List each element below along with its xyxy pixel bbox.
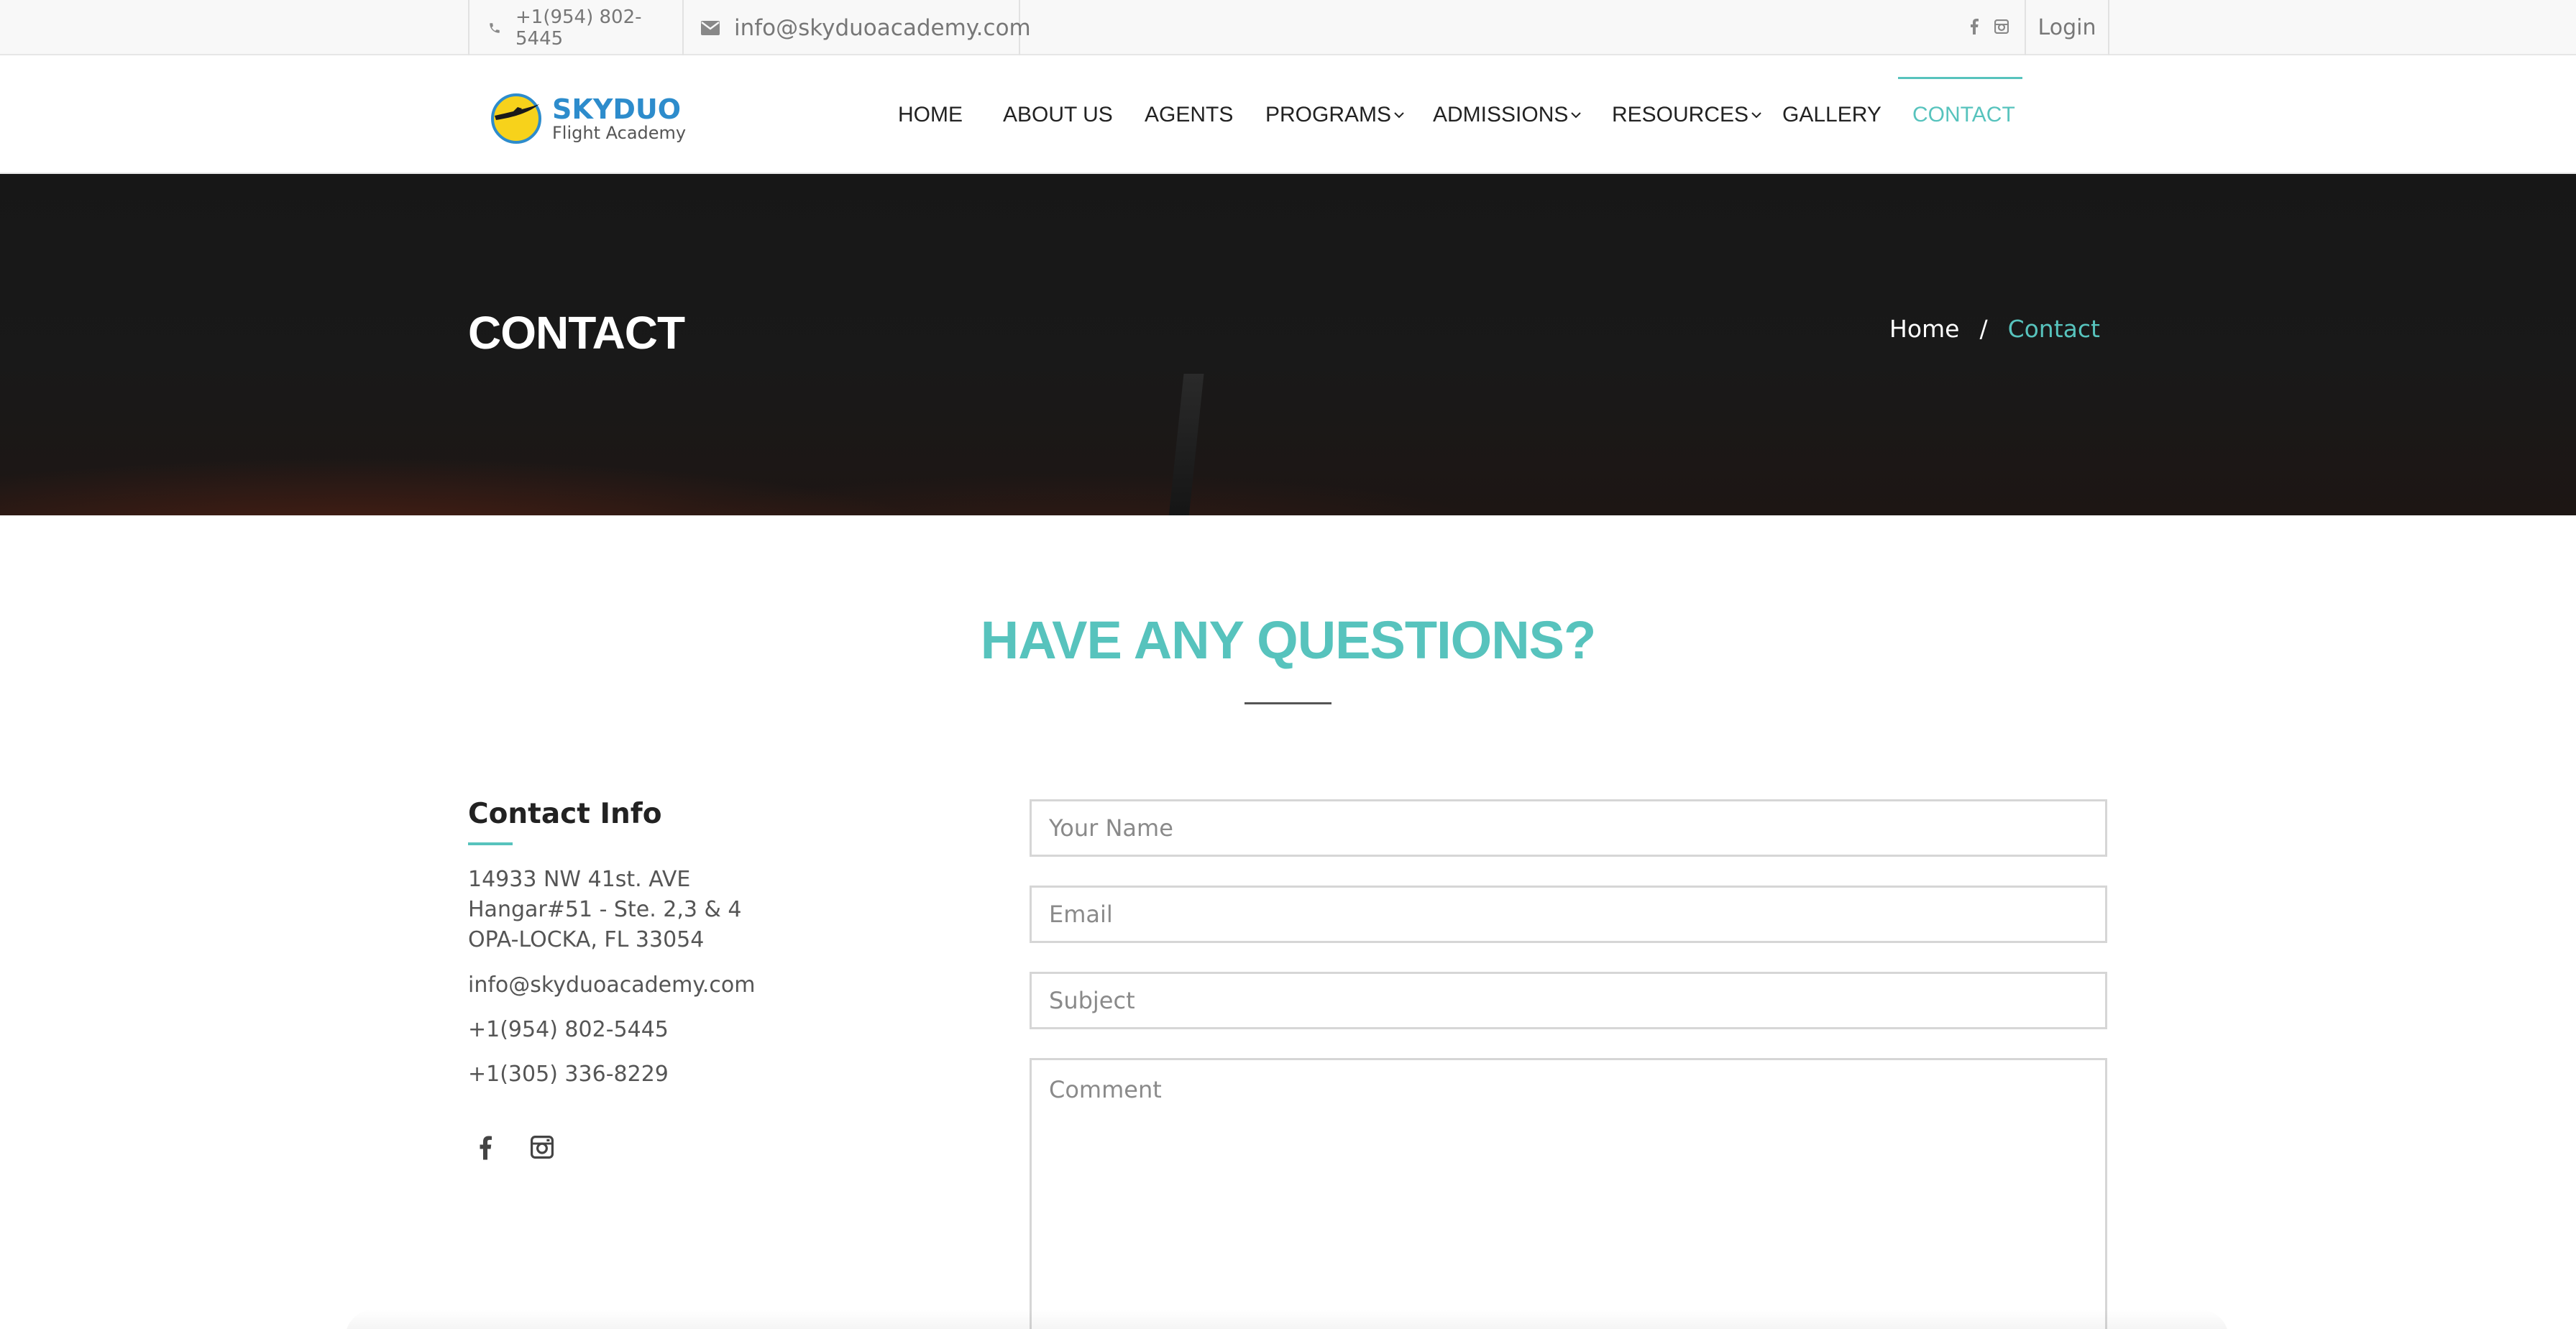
contact-social <box>479 1136 554 1163</box>
top-bar: +1(954) 802-5445 info@skyduoacademy.com … <box>0 0 2576 55</box>
nav-label: AGENTS <box>1145 102 1234 127</box>
nav-programs[interactable]: PROGRAMS <box>1265 55 1404 174</box>
logo-subtitle: Flight Academy <box>552 123 687 143</box>
contact-email-link[interactable]: info@skyduoacademy.com <box>468 970 755 1001</box>
nav-label: PROGRAMS <box>1265 102 1392 127</box>
address-line: Hangar#51 - Ste. 2,3 & 4 <box>468 897 742 922</box>
chevron-down-icon <box>1394 111 1404 119</box>
instagram-icon[interactable] <box>1994 19 2009 37</box>
phone-icon <box>488 22 501 35</box>
site-logo[interactable]: SKYDUO Flight Academy <box>489 91 686 146</box>
breadcrumb-current: Contact <box>2007 315 2100 343</box>
name-input[interactable]: Your Name <box>1030 799 2107 857</box>
nav-label: ABOUT US <box>1003 102 1113 127</box>
nav-label: RESOURCES <box>1612 102 1749 127</box>
instagram-icon[interactable] <box>531 1136 554 1163</box>
login-link[interactable]: Login <box>2026 0 2109 55</box>
topbar-social <box>1954 0 2026 55</box>
chevron-down-icon <box>1571 111 1582 119</box>
nav-about-us[interactable]: ABOUT US <box>1003 55 1113 174</box>
chevron-down-icon <box>1751 111 1761 119</box>
nav-home[interactable]: HOME <box>898 55 963 174</box>
contact-info-underline <box>468 842 513 845</box>
topbar-email[interactable]: info@skyduoacademy.com <box>684 0 1031 55</box>
envelope-icon <box>701 20 720 35</box>
breadcrumb-home[interactable]: Home <box>1889 315 1959 343</box>
subject-input[interactable]: Subject <box>1030 972 2107 1029</box>
address-line: 14933 NW 41st. AVE <box>468 867 691 892</box>
contact-phone-1[interactable]: +1(954) 802-5445 <box>468 1015 669 1045</box>
nav-label: GALLERY <box>1782 102 1881 127</box>
logo-emblem-icon <box>491 93 541 144</box>
address-line: OPA-LOCKA, FL 33054 <box>468 927 705 952</box>
nav-contact[interactable]: CONTACT <box>1912 55 2015 174</box>
comment-textarea[interactable]: Comment <box>1030 1058 2107 1329</box>
email-input[interactable]: Email <box>1030 886 2107 943</box>
nav-label: HOME <box>898 102 963 127</box>
page-banner: CONTACT Home / Contact <box>0 174 2576 515</box>
section-title: HAVE ANY QUESTIONS? <box>980 610 1596 670</box>
bottom-overlay-shadow <box>345 1310 2229 1329</box>
nav-resources[interactable]: RESOURCES <box>1612 55 1761 174</box>
topbar-phone[interactable]: +1(954) 802-5445 <box>468 0 684 55</box>
contact-phone-2[interactable]: +1(305) 336-8229 <box>468 1059 669 1090</box>
breadcrumb-separator: / <box>1979 315 1988 343</box>
page-title: CONTACT <box>468 307 685 359</box>
nav-admissions[interactable]: ADMISSIONS <box>1433 55 1582 174</box>
breadcrumb: Home / Contact <box>1889 315 2100 343</box>
topbar-phone-text: +1(954) 802-5445 <box>515 6 642 50</box>
nav-label: ADMISSIONS <box>1433 102 1569 127</box>
nav-agents[interactable]: AGENTS <box>1145 55 1233 174</box>
site-header: SKYDUO Flight Academy HOME ABOUT US AGEN… <box>0 55 2576 174</box>
logo-name: SKYDUO <box>552 93 682 125</box>
facebook-icon[interactable] <box>479 1136 492 1163</box>
nav-gallery[interactable]: GALLERY <box>1782 55 1881 174</box>
facebook-icon[interactable] <box>1970 18 1979 37</box>
section-divider <box>1245 702 1331 704</box>
aircraft-tail-silhouette <box>1168 374 1204 515</box>
contact-info-title: Contact Info <box>468 798 662 830</box>
nav-label: CONTACT <box>1912 102 2015 127</box>
topbar-email-text: info@skyduoacademy.com <box>734 14 1031 41</box>
